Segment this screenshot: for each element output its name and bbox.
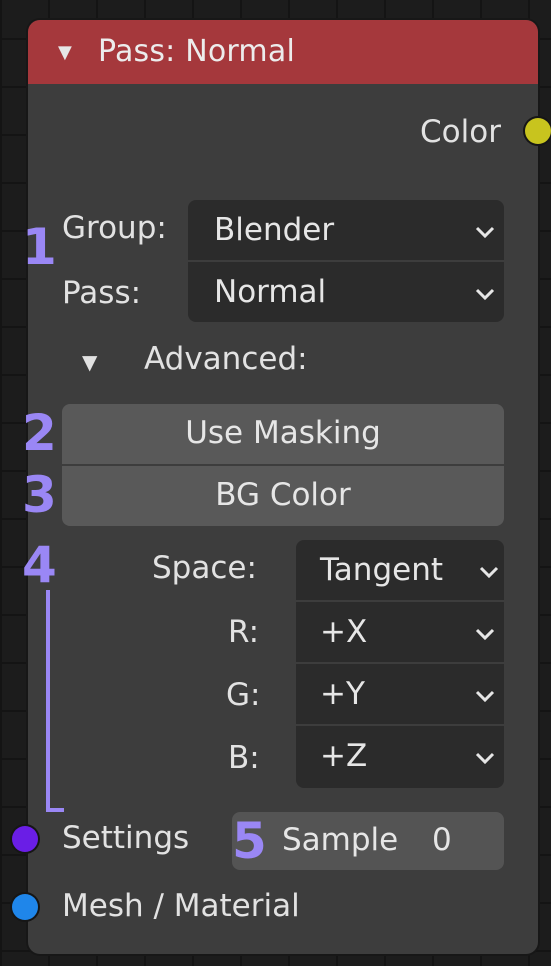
chevron-down-icon bbox=[475, 628, 495, 641]
use-masking-button[interactable]: Use Masking bbox=[62, 404, 504, 464]
group-value: Blender bbox=[214, 212, 335, 248]
r-dropdown[interactable]: +X bbox=[296, 602, 504, 662]
sample-label: Sample bbox=[282, 822, 399, 858]
r-value: +X bbox=[320, 614, 368, 650]
space-label: Space: bbox=[152, 550, 257, 586]
input-mesh-material-label: Mesh / Material bbox=[62, 888, 300, 924]
annotation-4: 4 bbox=[22, 536, 57, 594]
input-mesh-material-socket[interactable] bbox=[12, 894, 38, 920]
annotation-4-bracket bbox=[46, 590, 64, 812]
annotation-1: 1 bbox=[22, 218, 57, 276]
b-value: +Z bbox=[320, 738, 368, 774]
chevron-down-icon bbox=[479, 566, 499, 579]
g-label: G: bbox=[226, 677, 261, 713]
chevron-down-icon bbox=[475, 226, 495, 239]
pass-dropdown[interactable]: Normal bbox=[188, 262, 504, 322]
advanced-caret-icon[interactable]: ▼ bbox=[82, 350, 97, 374]
annotation-3: 3 bbox=[22, 466, 57, 524]
annotation-5: 5 bbox=[232, 812, 267, 870]
bg-color-button[interactable]: BG Color bbox=[62, 466, 504, 526]
annotation-2: 2 bbox=[22, 404, 57, 462]
node-title: Pass: Normal bbox=[98, 34, 295, 69]
advanced-label[interactable]: Advanced: bbox=[144, 341, 308, 377]
b-dropdown[interactable]: +Z bbox=[296, 726, 504, 788]
chevron-down-icon bbox=[475, 752, 495, 765]
output-color-socket[interactable] bbox=[525, 118, 551, 144]
sample-value: 0 bbox=[432, 822, 452, 858]
chevron-down-icon bbox=[475, 690, 495, 703]
node-editor-canvas[interactable]: ▼ Pass: Normal Color Group: Blender Pass… bbox=[0, 0, 551, 966]
g-dropdown[interactable]: +Y bbox=[296, 664, 504, 724]
b-label: B: bbox=[228, 740, 260, 776]
group-dropdown[interactable]: Blender bbox=[188, 200, 504, 260]
input-settings-label: Settings bbox=[62, 820, 190, 856]
node-header[interactable]: ▼ Pass: Normal bbox=[28, 20, 538, 84]
space-value: Tangent bbox=[320, 552, 444, 588]
collapse-caret-icon[interactable]: ▼ bbox=[58, 42, 72, 63]
sample-field[interactable]: Sample 0 bbox=[232, 812, 504, 870]
output-color-label: Color bbox=[420, 114, 501, 150]
g-value: +Y bbox=[320, 676, 365, 712]
r-label: R: bbox=[228, 614, 260, 650]
space-dropdown[interactable]: Tangent bbox=[296, 540, 504, 600]
pass-value: Normal bbox=[214, 274, 327, 310]
input-settings-socket[interactable] bbox=[12, 826, 38, 852]
group-label: Group: bbox=[62, 210, 167, 246]
chevron-down-icon bbox=[475, 288, 495, 301]
pass-label: Pass: bbox=[62, 275, 142, 311]
